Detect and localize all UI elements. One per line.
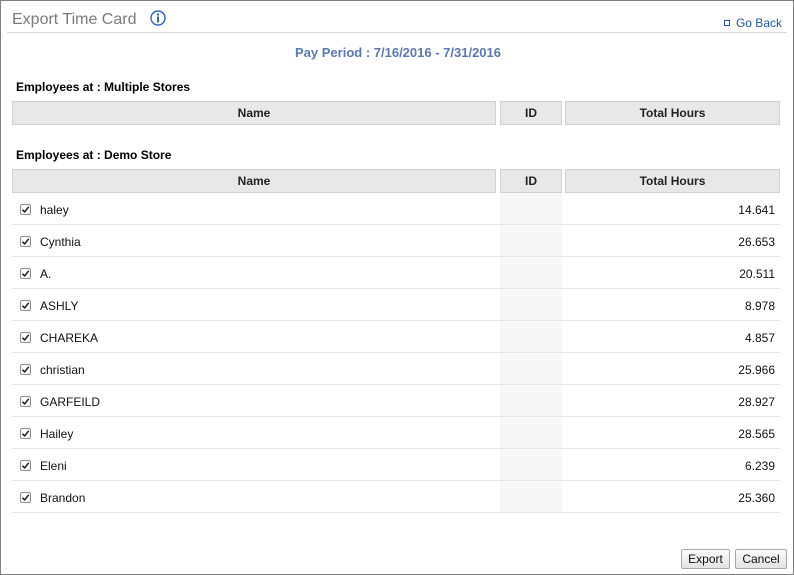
employee-name: GARFEILD — [40, 395, 101, 409]
employee-checkbox[interactable] — [20, 492, 31, 503]
employee-name: Cynthia — [40, 235, 81, 249]
cancel-button[interactable]: Cancel — [735, 549, 787, 569]
checkmark-icon — [21, 494, 30, 501]
group-label-demo-store: Employees at : Demo Store — [16, 148, 172, 162]
employee-id — [500, 449, 562, 480]
employee-total-hours: 20.511 — [739, 267, 775, 281]
table-row: Cynthia 26.653 — [12, 225, 780, 257]
employee-id — [500, 193, 562, 224]
checkmark-icon — [21, 398, 30, 405]
info-icon[interactable] — [150, 10, 166, 26]
employee-name: A. — [40, 267, 52, 281]
employee-id — [500, 353, 562, 384]
table-row: A. 20.511 — [12, 257, 780, 289]
table-header-demo-store: Name ID Total Hours — [12, 169, 780, 193]
checkmark-icon — [21, 366, 30, 373]
employee-table-demo-store: haley 14.641 Cynthia 26.653 A. 20.511 ASHLY 8.9… — [12, 193, 780, 513]
employee-total-hours: 28.927 — [738, 395, 775, 409]
pay-period: Pay Period : 7/16/2016 - 7/31/2016 — [295, 45, 501, 60]
table-row: haley 14.641 — [12, 193, 780, 225]
employee-total-hours: 28.565 — [738, 427, 775, 441]
square-bullet-icon — [723, 20, 730, 26]
page-title: Export Time Card — [12, 11, 137, 28]
go-back-link[interactable]: Go Back — [723, 16, 782, 30]
checkmark-icon — [21, 238, 30, 245]
employee-id — [500, 385, 562, 416]
group-label-multiple-stores: Employees at : Multiple Stores — [16, 80, 191, 94]
checkmark-icon — [21, 206, 30, 213]
employee-name: christian — [40, 363, 85, 377]
employee-name: Brandon — [40, 491, 86, 505]
table-row: ASHLY 8.978 — [12, 289, 780, 321]
employee-total-hours: 25.360 — [738, 491, 775, 505]
column-header-id: ID — [500, 101, 562, 125]
column-header-name: Name — [12, 101, 496, 125]
column-header-total-hours: Total Hours — [565, 169, 780, 193]
employee-checkbox[interactable] — [20, 300, 31, 311]
table-row: CHAREKA 4.857 — [12, 321, 780, 353]
employee-checkbox[interactable] — [20, 204, 31, 215]
column-header-name: Name — [12, 169, 496, 193]
employee-id — [500, 257, 562, 288]
employee-total-hours: 25.966 — [738, 363, 775, 377]
employee-name: ASHLY — [40, 299, 79, 313]
employee-id — [500, 225, 562, 256]
employee-total-hours: 26.653 — [738, 235, 775, 249]
employee-total-hours: 4.857 — [744, 331, 775, 345]
checkmark-icon — [21, 302, 30, 309]
employee-checkbox[interactable] — [20, 396, 31, 407]
column-header-id: ID — [500, 169, 562, 193]
go-back-label: Go Back — [735, 16, 782, 30]
export-button[interactable]: Export — [681, 549, 730, 569]
employee-id — [500, 289, 562, 320]
employee-total-hours: 8.978 — [744, 299, 775, 313]
table-row: christian 25.966 — [12, 353, 780, 385]
employee-name: CHAREKA — [40, 331, 99, 345]
table-header-multiple-stores: Name ID Total Hours — [12, 101, 780, 125]
table-row: Eleni 6.239 — [12, 449, 780, 481]
checkmark-icon — [21, 334, 30, 341]
checkmark-icon — [21, 430, 30, 437]
employee-name: haley — [40, 203, 69, 217]
column-header-total-hours: Total Hours — [565, 101, 780, 125]
table-row: Brandon 25.360 — [12, 481, 780, 513]
employee-checkbox[interactable] — [20, 332, 31, 343]
employee-checkbox[interactable] — [20, 236, 31, 247]
employee-checkbox[interactable] — [20, 364, 31, 375]
employee-id — [500, 321, 562, 352]
table-row: GARFEILD 28.927 — [12, 385, 780, 417]
checkmark-icon — [21, 462, 30, 469]
table-row: Hailey 28.565 — [12, 417, 780, 449]
employee-name: Hailey — [40, 427, 74, 441]
employee-id — [500, 481, 562, 512]
employee-checkbox[interactable] — [20, 460, 31, 471]
employee-total-hours: 6.239 — [744, 459, 775, 473]
employee-checkbox[interactable] — [20, 428, 31, 439]
export-time-card-panel: Export Time Card Go Back Pay Period : 7/… — [0, 0, 794, 575]
panel-header: Export Time Card Go Back — [7, 7, 787, 33]
employee-total-hours: 14.641 — [738, 203, 775, 217]
employee-id — [500, 417, 562, 448]
employee-checkbox[interactable] — [20, 268, 31, 279]
employee-name: Eleni — [40, 459, 67, 473]
checkmark-icon — [21, 270, 30, 277]
